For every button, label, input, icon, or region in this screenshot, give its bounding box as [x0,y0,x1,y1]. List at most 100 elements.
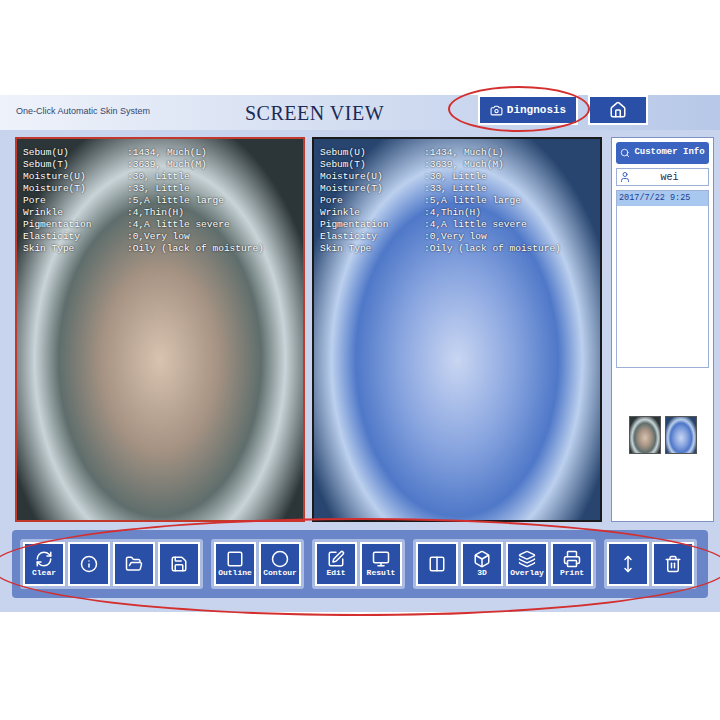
toolbar-button[interactable]: 3D [461,542,503,586]
toolbar-button-label: Contour [263,568,297,578]
diagnosis-button[interactable]: Dingnosis [478,95,578,125]
customer-sidebar: Customer Info wei 2017/7/22 9:25 [611,137,714,522]
reading-value: :33, Little [424,183,487,195]
customer-info-button[interactable]: Customer Info [616,142,709,164]
toolbar-button[interactable] [416,542,458,586]
toolbar-button[interactable]: Contour [259,542,301,586]
print-icon [563,550,581,568]
reading-value: :0,Very low [127,231,190,243]
reading-label: Moisture(T) [23,183,127,195]
toolbar-button[interactable]: Outline [214,542,256,586]
reading-label: Wrinkle [320,207,424,219]
reading-label: Moisture(T) [320,183,424,195]
toolbar-button[interactable]: Edit [315,542,357,586]
reading-label: Skin Type [23,243,127,255]
camera-icon [490,104,503,117]
overlay-icon [518,550,536,568]
toolbar-button-label: Outline [218,568,252,578]
thumbnail[interactable] [665,416,697,454]
record-list: 2017/7/22 9:25 [616,190,709,368]
toolbar-annotation [0,518,720,616]
toolbar-button[interactable] [68,542,110,586]
reading-value: :4,Thin(H) [127,207,184,219]
toolbar-button[interactable]: Overlay [506,542,548,586]
screen-title: SCREEN VIEW [235,95,475,130]
readings-overlay: Sebum(U):1434, Much(L)Sebum(T):3639, Muc… [23,147,264,255]
reading-row: Wrinkle:4,Thin(H) [23,207,264,219]
toolbar-button-label: Print [560,568,584,578]
toolbar-button[interactable] [158,542,200,586]
reading-row: Skin Type:Oily (lack of moisture) [320,243,561,255]
home-button[interactable] [588,95,648,125]
reading-row: Sebum(U):1434, Much(L) [23,147,264,159]
toolbar-button[interactable]: Print [551,542,593,586]
toolbar-button[interactable]: Clear [23,542,65,586]
photo-panel[interactable]: Sebum(U):1434, Much(L)Sebum(T):3639, Muc… [312,137,602,522]
toolbar-button-label: Overlay [510,568,544,578]
thumbnail[interactable] [629,416,661,454]
save-icon [170,555,188,573]
reading-row: Skin Type:Oily (lack of moisture) [23,243,264,255]
reading-value: :5,A little large [424,195,521,207]
screen: One-Click Automatic Skin SystemSCREEN VI… [0,0,720,720]
reading-label: Sebum(U) [23,147,127,159]
reading-label: Elasticity [320,231,424,243]
reading-row: Pore:5,A little large [320,195,561,207]
reading-row: Sebum(T):3639, Much(M) [320,159,561,171]
reading-row: Pigmentation:4,A little severe [23,219,264,231]
split-icon [428,555,446,573]
toolbar-group [604,539,697,589]
reading-value: :Oily (lack of moisture) [424,243,561,255]
reading-value: :Oily (lack of moisture) [127,243,264,255]
toolbar-button-label: 3D [477,568,487,578]
outline-icon [226,550,244,568]
reading-row: Sebum(U):1434, Much(L) [320,147,561,159]
toolbar: Clear Outline Contour Edit Result 3D Overlay Pr… [12,530,708,598]
thumbnails [616,416,709,454]
reading-value: :0,Very low [424,231,487,243]
reading-row: Moisture(T):33, Little [23,183,264,195]
reading-label: Sebum(U) [320,147,424,159]
reading-label: Pore [320,195,424,207]
toolbar-button-label: Clear [32,568,56,578]
main-area: Sebum(U):1434, Much(L)Sebum(T):3639, Muc… [0,130,720,522]
reading-value: :30, Little [424,171,487,183]
edit-icon [327,550,345,568]
toolbar-button[interactable] [113,542,155,586]
reading-row: Sebum(T):3639, Much(M) [23,159,264,171]
reading-row: Moisture(U):30, Little [23,171,264,183]
toolbar-button[interactable]: Result [360,542,402,586]
open-icon [125,555,143,573]
clear-icon [35,550,53,568]
customer-name-row: wei [616,168,709,186]
app-subtitle: One-Click Automatic Skin System [0,95,235,130]
photo-panel[interactable]: Sebum(U):1434, Much(L)Sebum(T):3639, Muc… [15,137,305,522]
toolbar-group: Clear [20,539,203,589]
toolbar-button[interactable] [607,542,649,586]
reading-value: :33, Little [127,183,190,195]
app-window: One-Click Automatic Skin SystemSCREEN VI… [0,95,720,612]
info-icon [80,555,98,573]
reading-row: Pigmentation:4,A little severe [320,219,561,231]
customer-name: wei [631,170,708,185]
reading-value: :4,A little severe [127,219,230,231]
reading-row: Pore:5,A little large [23,195,264,207]
search-icon [620,148,630,158]
reading-label: Wrinkle [23,207,127,219]
contour-icon [271,550,289,568]
toolbar-button-label: Result [367,568,396,578]
reading-label: Elasticity [23,231,127,243]
reading-value: :4,Thin(H) [424,207,481,219]
cube-icon [473,550,491,568]
reading-value: :1434, Much(L) [424,147,504,159]
reading-label: Skin Type [320,243,424,255]
toolbar-group: 3D Overlay Print [413,539,596,589]
reading-value: :30, Little [127,171,190,183]
toolbar-group: Outline Contour [211,539,304,589]
resize-icon [619,555,637,573]
record-row[interactable]: 2017/7/22 9:25 [617,191,708,206]
reading-label: Moisture(U) [23,171,127,183]
toolbar-button[interactable] [652,542,694,586]
reading-row: Moisture(T):33, Little [320,183,561,195]
diagnosis-annotation [448,86,590,132]
